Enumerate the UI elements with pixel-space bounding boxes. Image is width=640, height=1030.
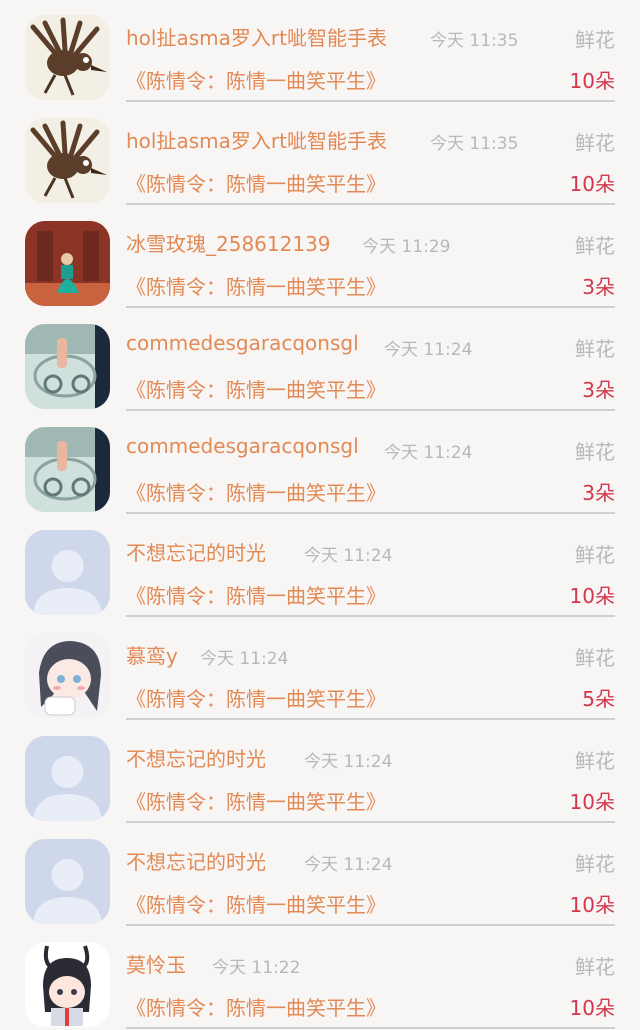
timestamp: 今天 11:22 [212,958,301,978]
gift-count: 10朵 [569,996,615,1020]
avatar[interactable] [25,324,110,409]
gift-type: 鲜花 [575,234,615,258]
timestamp: 今天 11:24 [200,649,289,669]
avatar[interactable] [25,736,110,821]
default-user-icon [25,839,110,924]
timestamp: 今天 11:35 [430,31,519,51]
work-title[interactable]: 《陈情令：陈情一曲笑平生》 [126,580,386,609]
user-name[interactable]: 冰雪玫瑰_258612139 [126,228,331,257]
work-title[interactable]: 《陈情令：陈情一曲笑平生》 [126,65,386,94]
work-title[interactable]: 《陈情令：陈情一曲笑平生》 [126,374,386,403]
divider [126,100,615,102]
gift-type: 鲜花 [575,749,615,773]
timestamp: 今天 11:35 [430,134,519,154]
avatar[interactable] [25,427,110,512]
list-item[interactable]: hol扯asma罗入rt呲智能手表 今天 11:35 鲜花 《陈情令：陈情一曲笑… [0,0,640,103]
avatar[interactable] [25,942,110,1027]
divider [126,615,615,617]
timestamp: 今天 11:29 [362,237,451,257]
list-item[interactable]: 莫怜玉 今天 11:22 鲜花 《陈情令：陈情一曲笑平生》 10朵 [0,927,640,1030]
gift-count: 10朵 [569,69,615,93]
gift-type: 鲜花 [575,440,615,464]
gift-count: 10朵 [569,172,615,196]
gift-count: 3朵 [582,275,615,299]
glass-figure-icon [25,427,110,512]
user-name[interactable]: 莫怜玉 [126,949,186,978]
gift-type: 鲜花 [575,28,615,52]
user-name[interactable]: 不想忘记的时光 [126,743,266,772]
gift-type: 鲜花 [575,646,615,670]
timestamp: 今天 11:24 [384,340,473,360]
timestamp: 今天 11:24 [304,855,393,875]
gift-type: 鲜花 [575,955,615,979]
avatar[interactable] [25,15,110,100]
avatar[interactable] [25,118,110,203]
list-item[interactable]: 慕鸾y 今天 11:24 鲜花 《陈情令：陈情一曲笑平生》 5朵 [0,618,640,721]
gift-count: 3朵 [582,481,615,505]
divider [126,512,615,514]
avatar[interactable] [25,530,110,615]
user-name[interactable]: 慕鸾y [126,640,178,669]
avatar[interactable] [25,221,110,306]
default-user-icon [25,530,110,615]
glass-figure-icon [25,324,110,409]
list-item[interactable]: 不想忘记的时光 今天 11:24 鲜花 《陈情令：陈情一曲笑平生》 10朵 [0,515,640,618]
list-item[interactable]: commedesgaracqonsgl 今天 11:24 鲜花 《陈情令：陈情一… [0,309,640,412]
gift-count: 10朵 [569,584,615,608]
user-name[interactable]: 不想忘记的时光 [126,537,266,566]
work-title[interactable]: 《陈情令：陈情一曲笑平生》 [126,168,386,197]
work-title[interactable]: 《陈情令：陈情一曲笑平生》 [126,477,386,506]
user-name[interactable]: hol扯asma罗入rt呲智能手表 [126,125,387,154]
timestamp: 今天 11:24 [304,752,393,772]
list-item[interactable]: 不想忘记的时光 今天 11:24 鲜花 《陈情令：陈情一曲笑平生》 10朵 [0,824,640,927]
user-name[interactable]: commedesgaracqonsgl [126,434,359,458]
list-item[interactable]: 冰雪玫瑰_258612139 今天 11:29 鲜花 《陈情令：陈情一曲笑平生》… [0,206,640,309]
work-title[interactable]: 《陈情令：陈情一曲笑平生》 [126,992,386,1021]
divider [126,203,615,205]
work-title[interactable]: 《陈情令：陈情一曲笑平生》 [126,786,386,815]
gift-type: 鲜花 [575,131,615,155]
gift-record-list: hol扯asma罗入rt呲智能手表 今天 11:35 鲜花 《陈情令：陈情一曲笑… [0,0,640,1029]
list-item[interactable]: commedesgaracqonsgl 今天 11:24 鲜花 《陈情令：陈情一… [0,412,640,515]
girl-photo-icon [25,221,110,306]
divider [126,1027,615,1029]
gift-type: 鲜花 [575,852,615,876]
list-item[interactable]: 不想忘记的时光 今天 11:24 鲜花 《陈情令：陈情一曲笑平生》 10朵 [0,721,640,824]
work-title[interactable]: 《陈情令：陈情一曲笑平生》 [126,271,386,300]
divider [126,718,615,720]
work-title[interactable]: 《陈情令：陈情一曲笑平生》 [126,889,386,918]
gift-type: 鲜花 [575,337,615,361]
gift-count: 3朵 [582,378,615,402]
bird-drawing-icon [25,118,110,203]
divider [126,924,615,926]
divider [126,821,615,823]
gift-count: 10朵 [569,790,615,814]
timestamp: 今天 11:24 [384,443,473,463]
default-user-icon [25,736,110,821]
list-item[interactable]: hol扯asma罗入rt呲智能手表 今天 11:35 鲜花 《陈情令：陈情一曲笑… [0,103,640,206]
gift-count: 10朵 [569,893,615,917]
user-name[interactable]: 不想忘记的时光 [126,846,266,875]
anime-girl-icon [25,633,110,718]
bird-drawing-icon [25,15,110,100]
avatar[interactable] [25,633,110,718]
gift-count: 5朵 [582,687,615,711]
work-title[interactable]: 《陈情令：陈情一曲笑平生》 [126,683,386,712]
avatar[interactable] [25,839,110,924]
divider [126,409,615,411]
timestamp: 今天 11:24 [304,546,393,566]
chibi-character-icon [25,942,110,1027]
gift-type: 鲜花 [575,543,615,567]
divider [126,306,615,308]
user-name[interactable]: commedesgaracqonsgl [126,331,359,355]
user-name[interactable]: hol扯asma罗入rt呲智能手表 [126,22,387,51]
